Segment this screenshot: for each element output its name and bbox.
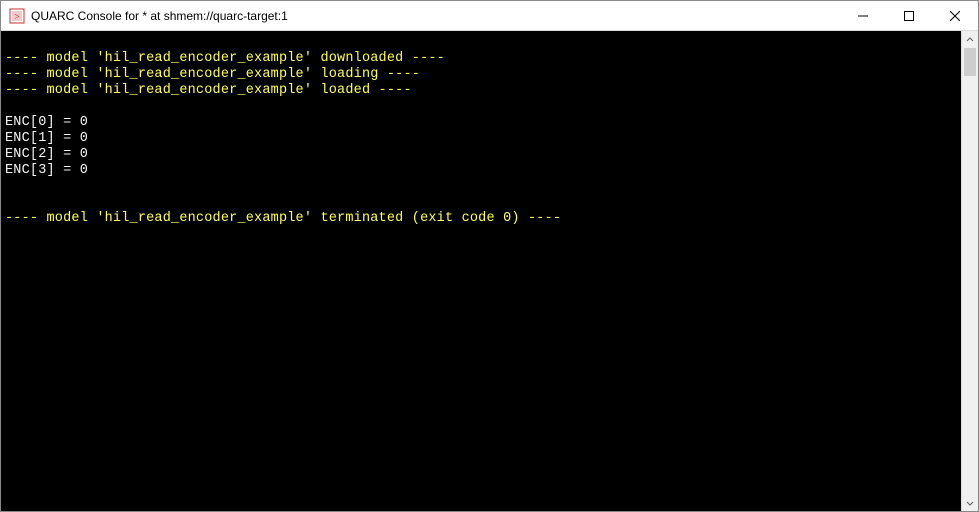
scrollbar-thumb[interactable] [964, 48, 976, 76]
console-output[interactable]: ---- model 'hil_read_encoder_example' do… [1, 31, 961, 511]
status-line: ---- model 'hil_read_encoder_example' do… [5, 51, 961, 67]
status-line: ---- model 'hil_read_encoder_example' lo… [5, 83, 961, 99]
scroll-down-arrow-icon[interactable] [962, 494, 978, 511]
svg-text:>: > [14, 12, 20, 23]
close-button[interactable] [932, 1, 978, 30]
encoder-line: ENC[2] = 0 [5, 147, 961, 163]
minimize-button[interactable] [840, 1, 886, 30]
encoder-line: ENC[3] = 0 [5, 163, 961, 179]
status-line: ---- model 'hil_read_encoder_example' te… [5, 211, 961, 227]
window-controls [840, 1, 978, 30]
app-icon: > [9, 8, 25, 24]
window-title: QUARC Console for * at shmem://quarc-tar… [31, 9, 840, 23]
window-titlebar: > QUARC Console for * at shmem://quarc-t… [1, 1, 978, 31]
status-line: ---- model 'hil_read_encoder_example' lo… [5, 67, 961, 83]
maximize-button[interactable] [886, 1, 932, 30]
blank-line [5, 179, 961, 195]
vertical-scrollbar[interactable] [961, 31, 978, 511]
blank-line [5, 195, 961, 211]
blank-line [5, 35, 961, 51]
blank-line [5, 99, 961, 115]
scroll-up-arrow-icon[interactable] [962, 31, 978, 48]
scrollbar-track[interactable] [962, 48, 978, 494]
console-container: ---- model 'hil_read_encoder_example' do… [1, 31, 978, 511]
encoder-line: ENC[1] = 0 [5, 131, 961, 147]
encoder-line: ENC[0] = 0 [5, 115, 961, 131]
